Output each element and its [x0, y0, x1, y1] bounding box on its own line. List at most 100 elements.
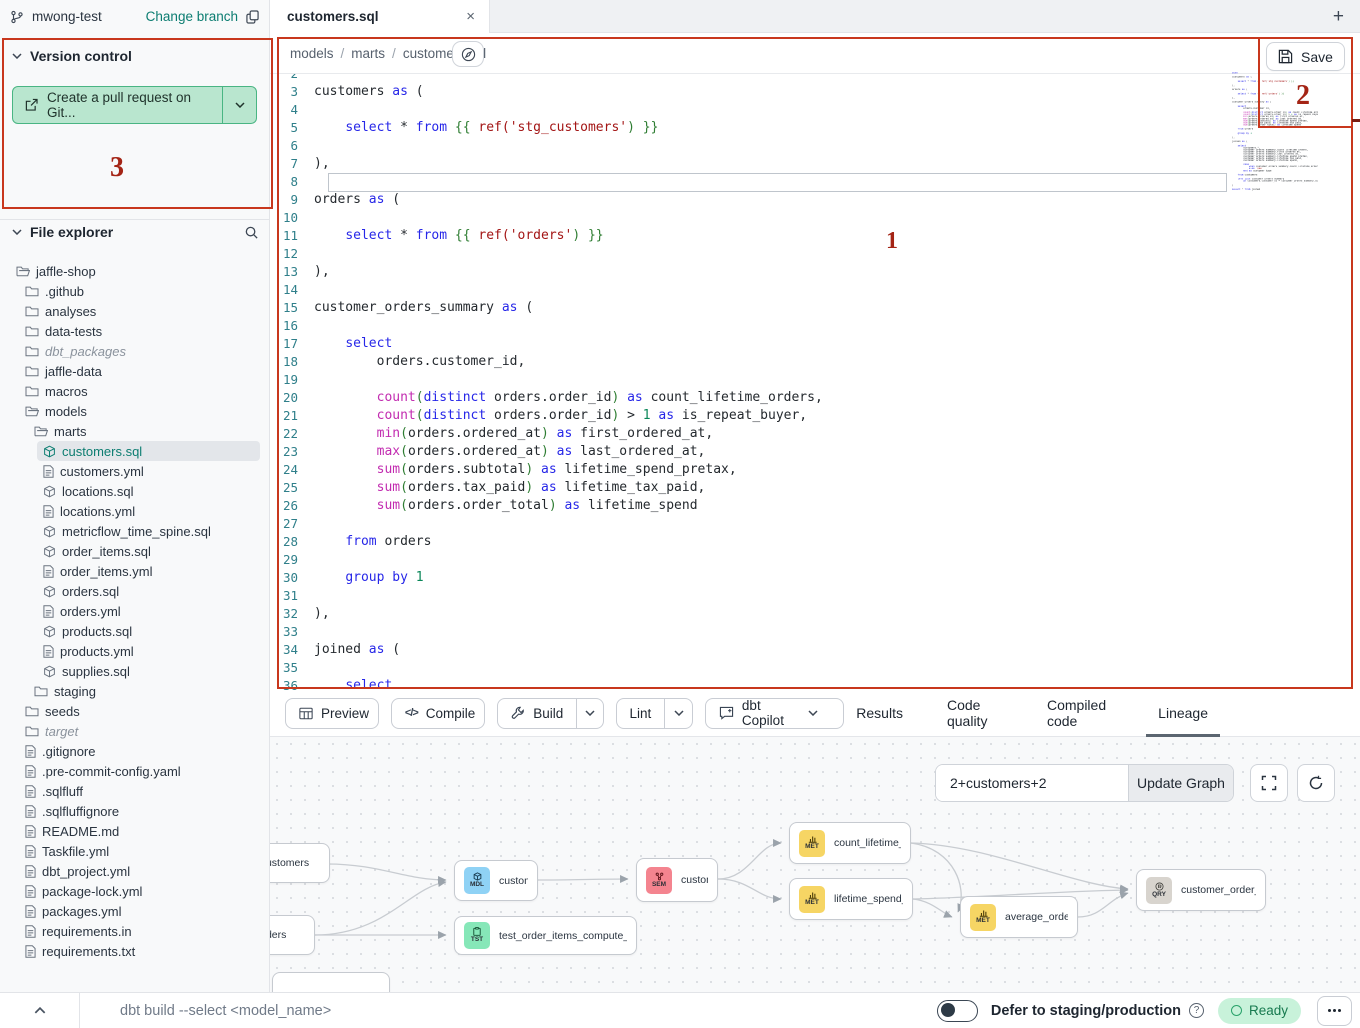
tab-compiled-code[interactable]: Compiled code — [1047, 690, 1114, 737]
help-icon[interactable]: ? — [1189, 1003, 1204, 1018]
code-line-9[interactable]: 9orders as ( — [270, 191, 1360, 209]
code-line-26[interactable]: 26 sum(orders.order_total) as lifetime_s… — [270, 497, 1360, 515]
tree-item-staging[interactable]: staging — [0, 681, 270, 701]
code-line-25[interactable]: 25 sum(orders.tax_paid) as lifetime_tax_… — [270, 479, 1360, 497]
lineage-selector-input[interactable] — [936, 765, 1128, 801]
create-pr-button[interactable]: Create a pull request on Git... — [12, 86, 257, 124]
code-line-4[interactable]: 4 — [270, 101, 1360, 119]
tree-item-orders-yml[interactable]: orders.yml — [0, 601, 270, 621]
breadcrumb-part[interactable]: marts — [351, 46, 385, 61]
tree-item-dbt-packages[interactable]: dbt_packages — [0, 341, 270, 361]
lineage-node-orders[interactable]: orders — [270, 915, 315, 955]
code-line-20[interactable]: 20 count(distinct orders.order_id) as co… — [270, 389, 1360, 407]
tree-item--pre-commit-config-yaml[interactable]: .pre-commit-config.yaml — [0, 761, 270, 781]
tree-item-order-items-sql[interactable]: order_items.sql — [0, 541, 270, 561]
tree-item-locations-sql[interactable]: locations.sql — [0, 481, 270, 501]
tree-item-orders-sql[interactable]: orders.sql — [0, 581, 270, 601]
tree-item-supplies-sql[interactable]: supplies.sql — [0, 661, 270, 681]
editor-minimap[interactable]: withcustomers as ( select * from {{ ref(… — [1232, 72, 1318, 192]
code-line-2[interactable]: 2 — [270, 74, 1360, 83]
dbt-copilot-button[interactable]: dbt Copilot — [705, 698, 844, 729]
code-line-32[interactable]: 32), — [270, 605, 1360, 623]
tree-item-order-items-yml[interactable]: order_items.yml — [0, 561, 270, 581]
pr-dropdown-caret[interactable] — [222, 87, 256, 123]
tree-item-analyses[interactable]: analyses — [0, 301, 270, 321]
version-control-header[interactable]: Version control — [12, 48, 257, 64]
copy-branch-icon[interactable] — [246, 10, 259, 24]
command-input[interactable] — [80, 1003, 937, 1019]
breadcrumb-part[interactable]: models — [290, 46, 334, 61]
chevron-up-icon[interactable] — [0, 993, 80, 1028]
defer-toggle[interactable] — [937, 1000, 978, 1022]
code-line-14[interactable]: 14 — [270, 281, 1360, 299]
tree-item-jaffle-shop[interactable]: jaffle-shop — [0, 261, 270, 281]
code-line-36[interactable]: 36 select — [270, 677, 1360, 690]
tree-item-metricflow-time-spine-sql[interactable]: metricflow_time_spine.sql — [0, 521, 270, 541]
lineage-node-customers-model[interactable]: MDLcustomers — [454, 860, 538, 901]
build-button[interactable]: Build — [497, 698, 603, 729]
code-line-8[interactable]: 8 — [270, 173, 1360, 191]
tree-item--sqlfluffignore[interactable]: .sqlfluffignore — [0, 801, 270, 821]
tree-item-package-lock-yml[interactable]: package-lock.yml — [0, 881, 270, 901]
lineage-node-test-order-items[interactable]: TSTtest_order_items_compute_to_bools... — [454, 916, 637, 955]
tree-item-seeds[interactable]: seeds — [0, 701, 270, 721]
code-line-23[interactable]: 23 max(orders.ordered_at) as last_ordere… — [270, 443, 1360, 461]
code-line-7[interactable]: 7), — [270, 155, 1360, 173]
change-branch-link[interactable]: Change branch — [146, 9, 238, 24]
code-line-21[interactable]: 21 count(distinct orders.order_id) > 1 a… — [270, 407, 1360, 425]
code-line-10[interactable]: 10 — [270, 209, 1360, 227]
code-line-27[interactable]: 27 — [270, 515, 1360, 533]
compile-button[interactable]: </>Compile — [391, 698, 485, 729]
tree-item-dbt-project-yml[interactable]: dbt_project.yml — [0, 861, 270, 881]
tree-item-target[interactable]: target — [0, 721, 270, 741]
code-editor[interactable]: 23customers as (45 select * from {{ ref(… — [270, 74, 1360, 690]
tree-item-models[interactable]: models — [0, 401, 270, 421]
tree-item-customers-sql[interactable]: customers.sql — [0, 441, 270, 461]
code-line-13[interactable]: 13), — [270, 263, 1360, 281]
tree-item-README-md[interactable]: README.md — [0, 821, 270, 841]
tab-results[interactable]: Results — [856, 690, 903, 737]
tree-item-products-yml[interactable]: products.yml — [0, 641, 270, 661]
code-line-35[interactable]: 35 — [270, 659, 1360, 677]
lineage-node-average_order_value[interactable]: METaverage_order_value — [960, 896, 1078, 938]
code-line-15[interactable]: 15customer_orders_summary as ( — [270, 299, 1360, 317]
lineage-node-customer_order_metrics[interactable]: QRYcustomer_order_metrics — [1136, 869, 1266, 911]
lint-button[interactable]: Lint — [616, 698, 693, 729]
lineage-node-customers-semantic[interactable]: SEMcustomers — [636, 858, 718, 902]
split-caret[interactable] — [664, 699, 692, 728]
tree-item-macros[interactable]: macros — [0, 381, 270, 401]
fullscreen-icon[interactable] — [1250, 764, 1288, 802]
tree-item-marts[interactable]: marts — [0, 421, 270, 441]
code-line-31[interactable]: 31 — [270, 587, 1360, 605]
code-line-6[interactable]: 6 — [270, 137, 1360, 155]
preview-button[interactable]: Preview — [285, 698, 379, 729]
tree-item-requirements-txt[interactable]: requirements.txt — [0, 941, 270, 961]
code-line-17[interactable]: 17 select — [270, 335, 1360, 353]
code-line-5[interactable]: 5 select * from {{ ref('stg_customers') … — [270, 119, 1360, 137]
code-line-11[interactable]: 11 select * from {{ ref('orders') }} — [270, 227, 1360, 245]
update-graph-button[interactable]: Update Graph — [1128, 765, 1233, 801]
tree-item-locations-yml[interactable]: locations.yml — [0, 501, 270, 521]
tree-item--gitignore[interactable]: .gitignore — [0, 741, 270, 761]
docs-compass-icon[interactable] — [452, 41, 484, 67]
code-line-34[interactable]: 34joined as ( — [270, 641, 1360, 659]
lineage-node-count_lifetime_orders[interactable]: METcount_lifetime_orders — [789, 822, 911, 864]
code-line-22[interactable]: 22 min(orders.ordered_at) as first_order… — [270, 425, 1360, 443]
lineage-node-clipped-node[interactable] — [272, 972, 390, 992]
file-explorer-header[interactable]: File explorer — [12, 224, 259, 240]
tree-item-jaffle-data[interactable]: jaffle-data — [0, 361, 270, 381]
tab-close-icon[interactable]: × — [466, 9, 475, 24]
new-tab-button[interactable]: + — [1333, 0, 1344, 33]
tree-item-Taskfile-yml[interactable]: Taskfile.yml — [0, 841, 270, 861]
search-icon[interactable] — [244, 225, 259, 240]
more-options-button[interactable] — [1317, 996, 1352, 1026]
code-line-18[interactable]: 18 orders.customer_id, — [270, 353, 1360, 371]
code-line-12[interactable]: 12 — [270, 245, 1360, 263]
tree-item-packages-yml[interactable]: packages.yml — [0, 901, 270, 921]
tab-code-quality[interactable]: Code quality — [947, 690, 1003, 737]
refresh-icon[interactable] — [1297, 764, 1335, 802]
lineage-node-lifetime_spend_pretax[interactable]: METlifetime_spend_pretax — [789, 878, 913, 920]
code-line-16[interactable]: 16 — [270, 317, 1360, 335]
split-caret[interactable] — [576, 699, 602, 728]
tree-item--github[interactable]: .github — [0, 281, 270, 301]
